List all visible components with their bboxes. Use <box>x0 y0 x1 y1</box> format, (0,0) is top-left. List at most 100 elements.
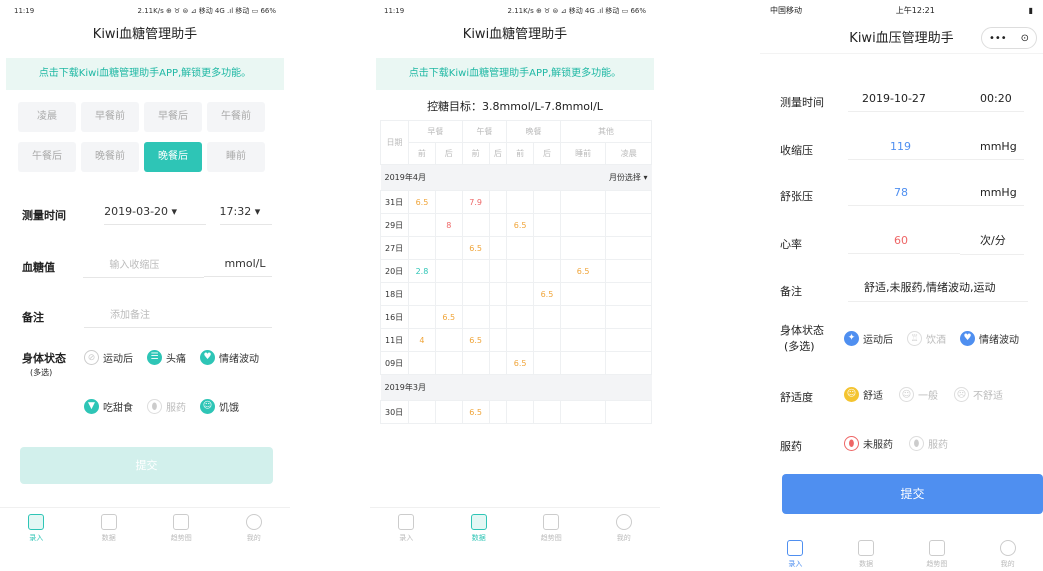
med-none[interactable]: ⬮ 未服药 <box>844 436 893 451</box>
medication-label: 服药 <box>780 440 802 453</box>
tab-trend[interactable]: 趋势图 <box>526 514 576 549</box>
glucose-cell <box>605 236 652 260</box>
glucose-cell <box>461 282 490 306</box>
download-banner[interactable]: 点击下载Kiwi血糖管理助手APP,解锁更多功能。 <box>376 58 654 90</box>
glucose-cell: 6.5 <box>533 282 561 306</box>
blood-pressure-entry-screen: 中国移动 上午12:21 ▮ Kiwi血压管理助手 ••• ⊙ 测量时间 201… <box>760 0 1043 571</box>
tab-mine-label: 我的 <box>1000 560 1015 568</box>
state-drink-label: 饮酒 <box>926 335 946 346</box>
table-row: 30日 6.5 <box>380 400 652 424</box>
note-input[interactable]: 舒适,未服药,情绪波动,运动 <box>848 279 1028 302</box>
glucose-cell <box>488 400 508 424</box>
tab-entry[interactable]: 录入 <box>381 514 431 549</box>
edit-icon <box>398 514 415 530</box>
state-exercise[interactable]: ⊘ 运动后 <box>84 350 133 365</box>
table-sub-header: 前 后 前 后 前 后 睡前 凌晨 <box>381 142 652 165</box>
glucose-input[interactable]: 输入收缩压 <box>83 256 205 278</box>
tab-trend[interactable]: 趋势图 <box>156 514 206 549</box>
more-icon[interactable]: ••• <box>989 33 1007 44</box>
subheader: 后 <box>488 142 508 165</box>
row-date: 20日 <box>380 259 409 283</box>
state-hungry[interactable]: ☺ 饥饿 <box>200 399 239 414</box>
subheader: 凌晨 <box>605 142 652 165</box>
pill-icon: ⬮ <box>147 399 162 414</box>
glucose-cell: 6.5 <box>461 236 490 260</box>
systolic-input[interactable]: 119 <box>848 140 960 160</box>
glucose-cell <box>488 305 508 329</box>
glucose-cell: 6.5 <box>434 305 463 329</box>
glucose-cell <box>461 259 490 283</box>
time-field[interactable]: 00:20 <box>960 92 1024 112</box>
glucose-cell <box>408 236 436 260</box>
subheader: 前 <box>461 142 490 165</box>
state-exercise[interactable]: ✦ 运动后 <box>844 331 893 346</box>
glucose-cell <box>533 236 561 260</box>
time-label: 测量时间 <box>22 209 66 222</box>
state-sweets[interactable]: ▼ 吃甜食 <box>84 399 133 414</box>
comfort-normal[interactable]: ☺ 一般 <box>899 387 938 402</box>
submit-button[interactable]: 提交 <box>782 474 1043 514</box>
glucose-cell <box>434 259 463 283</box>
sad-face-icon: ☹ <box>954 387 969 402</box>
glucose-cell <box>488 190 508 214</box>
time-row: 测量时间 2019-03-20 ▾ 17:32 ▾ <box>22 205 272 225</box>
meal-button-after-breakfast[interactable]: 早餐后 <box>144 102 202 132</box>
comfort-good[interactable]: ☺ 舒适 <box>844 387 883 402</box>
state-sublabel: (多选) <box>784 340 815 353</box>
glucose-cell <box>605 190 652 214</box>
tab-entry[interactable]: 录入 <box>770 540 820 569</box>
comfort-bad[interactable]: ☹ 不舒适 <box>954 387 1003 402</box>
meal-button-bedtime[interactable]: 睡前 <box>207 142 265 172</box>
subheader: 后 <box>533 142 561 165</box>
tab-mine[interactable]: 我的 <box>229 514 279 549</box>
submit-button[interactable]: 提交 <box>20 447 273 484</box>
diastolic-input[interactable]: 78 <box>848 186 960 206</box>
tab-data[interactable]: 数据 <box>84 514 134 549</box>
time-select[interactable]: 17:32 ▾ <box>219 205 272 225</box>
tab-entry-label: 录入 <box>399 534 414 542</box>
page-title: Kiwi血压管理助手 <box>849 31 954 46</box>
glucose-cell <box>533 259 561 283</box>
note-input[interactable]: 添加备注 <box>84 306 272 328</box>
status-time: 上午12:21 <box>895 5 935 15</box>
state-label: 身体状态 <box>780 324 824 337</box>
month-select[interactable]: 月份选择 ▾ <box>560 164 652 191</box>
user-icon <box>615 514 632 530</box>
tab-mine[interactable]: 我的 <box>599 514 649 549</box>
heart-rate-input[interactable]: 60 <box>848 234 960 254</box>
meal-button-after-lunch[interactable]: 午餐后 <box>18 142 76 172</box>
heart-icon: ♥ <box>200 350 215 365</box>
glucose-table: 日期 早餐 午餐 晚餐 其他 前 后 前 后 前 后 睡前 凌晨 2019年4月… <box>380 120 653 424</box>
state-medicine[interactable]: ⬮ 服药 <box>147 399 186 414</box>
meal-button-early-morning[interactable]: 凌晨 <box>18 102 76 132</box>
state-drink[interactable]: ♖ 饮酒 <box>907 331 946 346</box>
meal-button-before-breakfast[interactable]: 早餐前 <box>81 102 139 132</box>
glucose-cell <box>506 259 535 283</box>
tab-entry[interactable]: 录入 <box>11 514 61 549</box>
meal-button-before-dinner[interactable]: 晚餐前 <box>81 142 139 172</box>
glucose-cell <box>533 328 561 352</box>
meal-button-before-lunch[interactable]: 午餐前 <box>207 102 265 132</box>
glucose-cell: 2.8 <box>408 259 436 283</box>
exercise-icon: ⊘ <box>84 350 99 365</box>
glucose-cell <box>559 328 607 352</box>
tab-mine[interactable]: 我的 <box>983 540 1033 569</box>
date-select[interactable]: 2019-03-20 ▾ <box>104 205 206 225</box>
state-mood[interactable]: ♥ 情绪波动 <box>960 331 1019 346</box>
download-banner[interactable]: 点击下载Kiwi血糖管理助手APP,解锁更多功能。 <box>6 58 284 90</box>
meal-button-after-dinner[interactable]: 晚餐后 <box>144 142 202 172</box>
date-field[interactable]: 2019-10-27 <box>848 92 960 112</box>
user-icon <box>245 514 262 530</box>
tab-data[interactable]: 数据 <box>841 540 891 569</box>
close-icon[interactable]: ⊙ <box>1021 33 1029 44</box>
tab-trend[interactable]: 趋势图 <box>912 540 962 569</box>
tab-data[interactable]: 数据 <box>454 514 504 549</box>
subheader: 前 <box>408 142 436 165</box>
table-row: 20日 2.8 6.5 <box>380 259 652 283</box>
med-taken[interactable]: ⬮ 服药 <box>909 436 948 451</box>
state-headache[interactable]: ☰ 头痛 <box>147 350 186 365</box>
glucose-row: 血糖值 输入收缩压 mmol/L <box>22 256 272 278</box>
state-mood[interactable]: ♥ 情绪波动 <box>200 350 259 365</box>
ice-cream-icon: ▼ <box>84 399 99 414</box>
glucose-cell <box>408 400 436 424</box>
